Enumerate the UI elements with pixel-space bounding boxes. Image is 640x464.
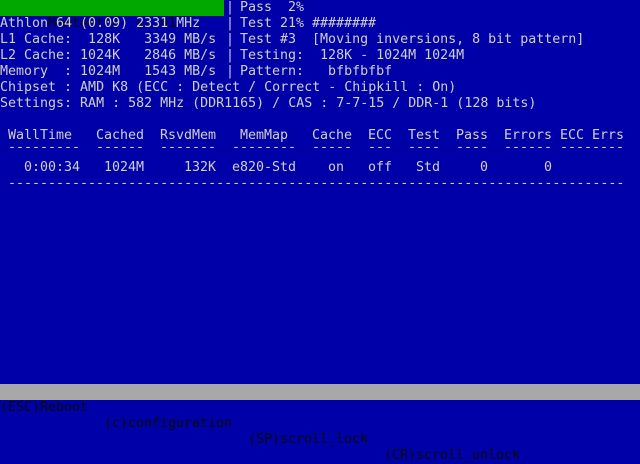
header-underline: ---------	[8, 140, 81, 155]
header-underline: ---	[368, 140, 393, 155]
test-value: Std	[416, 160, 441, 175]
rsvdmem-value: 132K	[184, 160, 217, 175]
memory-info: Memory : 1024M 1543 MB/s	[0, 64, 217, 79]
separator: |	[226, 16, 235, 31]
l1-cache-info: L1 Cache: 128K 3349 MB/s	[0, 32, 217, 47]
test-label: Test	[240, 16, 273, 31]
test-progress-bar: ########	[312, 16, 377, 31]
testing-range: Testing: 128K - 1024M 1024M	[240, 48, 465, 63]
separator: |	[226, 48, 235, 63]
cpu-info: Athlon 64 (0.09) 2331 MHz	[0, 16, 201, 31]
footer-bar: (ESC)Reboot (c)configuration (SP)scroll_…	[0, 384, 640, 463]
header-underline: ------	[504, 140, 553, 155]
test-number: Test #3 [Moving inversions, 8 bit patter…	[240, 32, 585, 47]
memmap-value: e820-Std	[232, 160, 297, 175]
header-underline: ----	[408, 140, 441, 155]
separator: |	[226, 64, 235, 79]
cache-value: on	[328, 160, 345, 175]
header-underline: ----	[456, 140, 489, 155]
settings-info: Settings: RAM : 582 MHz (DDR1165) / CAS …	[0, 96, 537, 111]
test-percent: 21%	[280, 16, 305, 31]
scroll-unlock-key[interactable]: (CR)scroll_unlock	[384, 448, 520, 464]
header-underline: --------	[232, 140, 297, 155]
scroll-lock-key[interactable]: (SP)scroll_lock	[248, 432, 368, 448]
ecc-value: off	[368, 160, 393, 175]
header-underline: -----	[312, 140, 353, 155]
header-underline: --------	[560, 140, 625, 155]
reboot-key[interactable]: (ESC)Reboot	[0, 400, 88, 416]
test-pattern: Pattern: bfbfbfbf	[240, 64, 393, 79]
l2-cache-info: L2 Cache: 1024K 2846 MB/s	[0, 48, 217, 63]
title-bar: Memtest86 v2.01	[0, 0, 224, 31]
errors-value: 0	[544, 160, 553, 175]
pass-value: 0	[480, 160, 489, 175]
table-rule: ----------------------------------------…	[8, 176, 625, 191]
separator: |	[226, 32, 235, 47]
walltime-value: 0:00:34	[24, 160, 81, 175]
configuration-key[interactable]: (c)configuration	[104, 416, 232, 432]
chipset-info: Chipset : AMD K8 (ECC : Detect / Correct…	[0, 80, 457, 95]
pass-percent: 2%	[288, 0, 305, 15]
pass-label: Pass	[240, 0, 273, 15]
header-underline: -------	[160, 140, 217, 155]
cached-value: 1024M	[104, 160, 145, 175]
header-underline: ------	[96, 140, 145, 155]
separator: |	[226, 0, 235, 15]
